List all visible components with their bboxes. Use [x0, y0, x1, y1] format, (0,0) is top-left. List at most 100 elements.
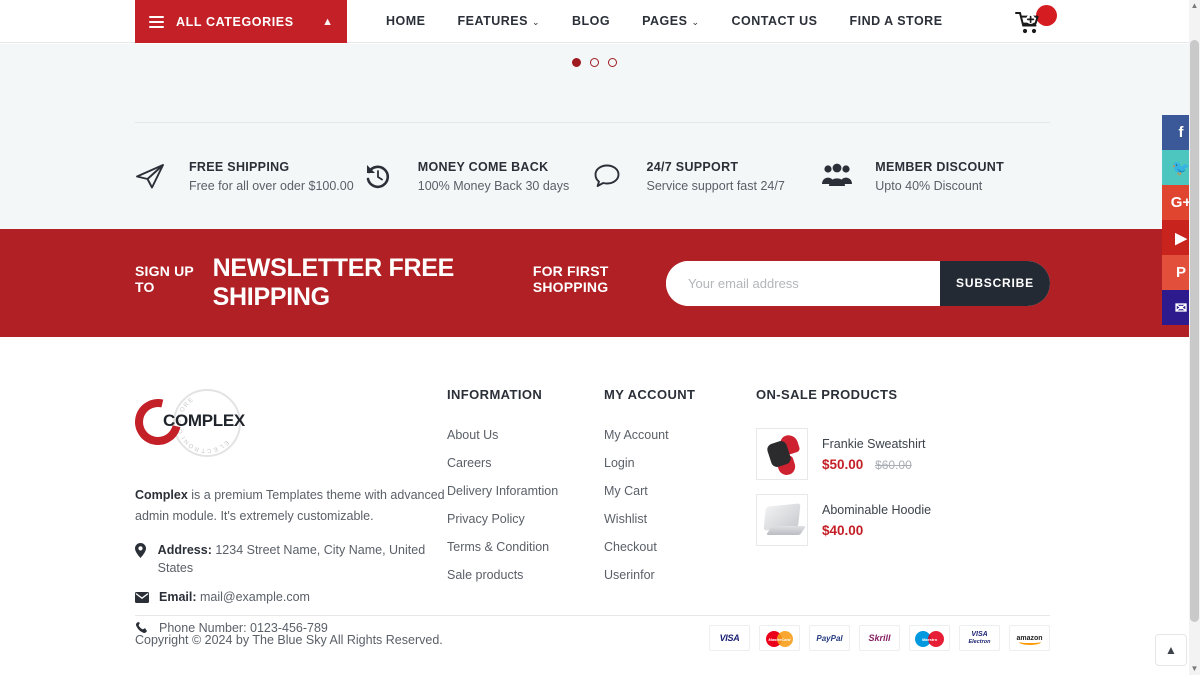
- footer-link-checkout[interactable]: Checkout: [604, 540, 756, 554]
- envelope-icon: [135, 589, 159, 608]
- page-scrollbar[interactable]: ▲ ▼: [1189, 0, 1200, 675]
- payment-skrill: Skrill: [859, 625, 900, 651]
- footer-on-sale-column: ON-SALE PRODUCTS Frankie Sweatshirt $50.…: [756, 387, 1050, 651]
- carousel-dot-1[interactable]: [572, 58, 581, 67]
- footer-logo[interactable]: E L E C T R O N I C S T O R E COMPLEX: [126, 387, 253, 459]
- all-categories-label: ALL CATEGORIES: [176, 14, 294, 29]
- chevron-down-icon: ⌄: [691, 16, 700, 27]
- rotate-left-icon: [364, 162, 418, 190]
- product-old-price: $60.00: [875, 457, 912, 472]
- carousel-dot-2[interactable]: [590, 58, 599, 67]
- footer-about-column: E L E C T R O N I C S T O R E COMPLEX Co…: [126, 387, 447, 651]
- scroll-up-arrow-icon[interactable]: ▲: [1189, 0, 1200, 12]
- service-desc: 100% Money Back 30 days: [417, 178, 570, 193]
- payment-mastercard: MasterCard: [759, 625, 800, 651]
- subscribe-button[interactable]: SUBSCRIBE: [940, 260, 1050, 306]
- footer-link-about-us[interactable]: About Us: [447, 428, 604, 442]
- payment-methods: VISA MasterCard PayPal Skrill Maestro VI…: [709, 625, 1050, 651]
- service-desc: Upto 40% Discount: [875, 178, 983, 193]
- on-sale-product[interactable]: Frankie Sweatshirt $50.00 $60.00: [756, 428, 1050, 480]
- service-member-discount: MEMBER DISCOUNT Upto 40% Discount: [821, 160, 1050, 193]
- service-title: MEMBER DISCOUNT: [875, 159, 1005, 174]
- all-categories-button[interactable]: ALL CATEGORIES ▲: [135, 0, 347, 43]
- chevron-down-icon: ⌄: [531, 16, 540, 27]
- service-money-come-back: MONEY COME BACK 100% Money Back 30 days: [364, 160, 593, 193]
- contact-label: Email:: [159, 590, 197, 605]
- hamburger-icon: [149, 15, 164, 28]
- shopping-cart-icon: [1015, 11, 1041, 40]
- carousel-pagination: [0, 58, 1189, 67]
- nav-item-features[interactable]: FEATURES ⌄: [442, 0, 556, 44]
- services-row: FREE SHIPPING Free for all over oder $10…: [135, 122, 1050, 229]
- newsletter-form: SUBSCRIBE: [666, 260, 1050, 306]
- nav-links: HOME FEATURES ⌄ BLOG PAGES ⌄ CONTACT US FI…: [370, 0, 959, 43]
- footer-link-my-account[interactable]: My Account: [604, 428, 756, 442]
- payment-maestro: Maestro: [909, 625, 950, 651]
- footer-link-terms[interactable]: Terms & Condition: [447, 540, 604, 554]
- chevron-up-icon: ▲: [322, 15, 333, 28]
- product-price: $50.00 $60.00: [822, 456, 912, 472]
- contact-label: Address:: [157, 543, 212, 558]
- about-lead: Complex: [135, 488, 188, 502]
- main-navbar: ALL CATEGORIES ▲ HOME FEATURES ⌄ BLOG PAG…: [0, 0, 1189, 43]
- on-sale-product[interactable]: Abominable Hoodie $40.00: [756, 494, 1050, 546]
- logo-brand-text: COMPLEX: [163, 411, 245, 430]
- scroll-down-arrow-icon[interactable]: ▼: [1189, 663, 1200, 675]
- payment-amazon: amazon: [1009, 625, 1050, 651]
- newsletter-highlight: NEWSLETTER FREE SHIPPING: [212, 254, 455, 311]
- footer-information-column: INFORMATION About Us Careers Delivery In…: [447, 387, 604, 651]
- service-desc: Service support fast 24/7: [646, 178, 785, 193]
- scrollbar-thumb[interactable]: [1190, 40, 1199, 622]
- chat-bubble-icon: [593, 163, 647, 189]
- footer-link-delivery[interactable]: Delivery Inforamtion: [447, 484, 604, 498]
- footer-link-careers[interactable]: Careers: [447, 456, 604, 470]
- my-account-title: MY ACCOUNT: [604, 387, 696, 402]
- footer-divider: [135, 615, 1050, 616]
- contact-address: Address: 1234 Street Name, City Name, Un…: [135, 542, 447, 577]
- page-root: ALL CATEGORIES ▲ HOME FEATURES ⌄ BLOG PAG…: [0, 0, 1200, 675]
- nav-item-find-a-store[interactable]: FIND A STORE: [834, 0, 959, 43]
- nav-item-pages[interactable]: PAGES ⌄: [626, 0, 715, 44]
- about-description: Complex is a premium Templates theme wit…: [135, 485, 447, 526]
- product-name: Abominable Hoodie: [822, 502, 932, 517]
- product-price: $40.00: [822, 522, 864, 538]
- carousel-dot-3[interactable]: [608, 58, 617, 67]
- on-sale-title: ON-SALE PRODUCTS: [756, 387, 898, 402]
- service-free-shipping: FREE SHIPPING Free for all over oder $10…: [135, 160, 364, 193]
- nav-item-contact-us[interactable]: CONTACT US: [715, 0, 833, 43]
- service-title: MONEY COME BACK: [417, 159, 549, 174]
- footer-link-login[interactable]: Login: [604, 456, 756, 470]
- service-title: FREE SHIPPING: [189, 159, 290, 174]
- service-247-support: 24/7 SUPPORT Service support fast 24/7: [593, 160, 822, 193]
- footer-my-account-column: MY ACCOUNT My Account Login My Cart Wish…: [604, 387, 756, 651]
- product-name: Frankie Sweatshirt: [822, 436, 926, 451]
- footer: E L E C T R O N I C S T O R E COMPLEX Co…: [0, 337, 1189, 675]
- payment-visa-electron: VISA Electron: [959, 625, 1000, 651]
- back-to-top-button[interactable]: ▲: [1155, 634, 1187, 666]
- payment-visa: VISA: [709, 625, 750, 651]
- footer-link-wishlist[interactable]: Wishlist: [604, 512, 756, 526]
- footer-link-my-cart[interactable]: My Cart: [604, 484, 756, 498]
- paper-plane-icon: [135, 162, 189, 190]
- footer-link-privacy[interactable]: Privacy Policy: [447, 512, 604, 526]
- contact-email: Email: mail@example.com: [135, 589, 447, 608]
- contact-value: mail@example.com: [196, 590, 310, 605]
- newsletter-heading: SIGN UP TO NEWSLETTER FREE SHIPPING FOR …: [135, 254, 666, 312]
- information-title: INFORMATION: [447, 387, 543, 402]
- users-group-icon: [821, 163, 875, 189]
- product-thumbnail-laptop: [756, 494, 808, 546]
- nav-item-home[interactable]: HOME: [370, 0, 442, 43]
- service-desc: Free for all over oder $100.00: [189, 178, 354, 193]
- newsletter-lead: SIGN UP TO: [135, 263, 194, 295]
- footer-link-userinfor[interactable]: Userinfor: [604, 568, 756, 582]
- service-title: 24/7 SUPPORT: [646, 159, 739, 174]
- newsletter-trail: FOR FIRST SHOPPING: [532, 263, 609, 295]
- copyright-text: Copyright © 2024 by The Blue Sky All Rig…: [135, 633, 443, 647]
- cart-button[interactable]: [1015, 5, 1059, 39]
- nav-item-blog[interactable]: BLOG: [556, 0, 626, 43]
- newsletter-band: SIGN UP TO NEWSLETTER FREE SHIPPING FOR …: [0, 229, 1189, 337]
- product-thumbnail-smartwatch: [756, 428, 808, 480]
- footer-link-sale-products[interactable]: Sale products: [447, 568, 604, 582]
- map-pin-icon: [135, 542, 158, 563]
- email-input[interactable]: [666, 260, 940, 306]
